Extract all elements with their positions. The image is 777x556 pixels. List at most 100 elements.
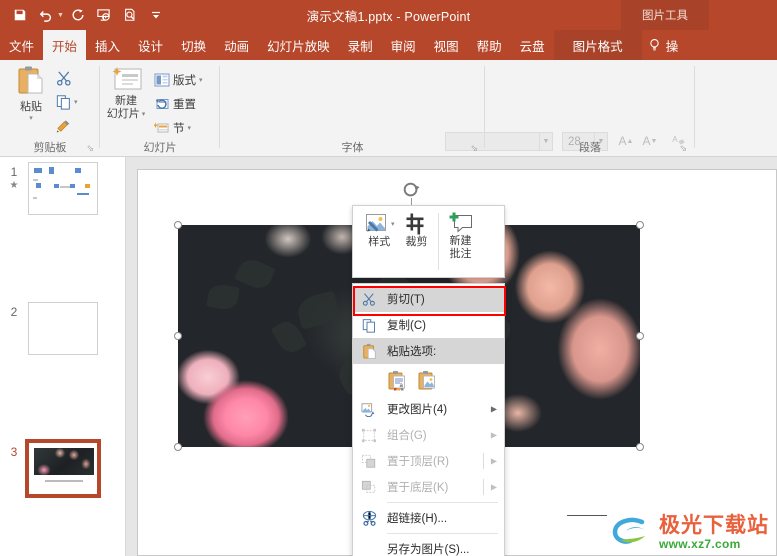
picture-style-icon [364,212,390,236]
mini-toolbar-style-button[interactable]: ▾ 样式 [359,210,400,273]
slide-thumbnail-2[interactable]: 2 [0,297,125,367]
thumbnail-preview[interactable] [28,162,98,215]
cut-button[interactable] [56,66,96,90]
resize-handle-sw[interactable] [174,443,182,451]
tab-file[interactable]: 文件 [0,30,43,60]
ribbon-group-label-paragraph: 段落 [579,142,601,154]
context-menu-item-paste-options: 粘贴选项: [353,338,504,364]
context-menu-label: 更改图片(4) [387,404,448,416]
tab-design[interactable]: 设计 [129,30,172,60]
animation-star-icon: ★ [9,180,19,191]
tab-transitions[interactable]: 切换 [172,30,215,60]
copy-button[interactable]: ▾ [56,90,96,114]
ribbon-tab-strip: 文件 开始 插入 设计 切换 动画 幻灯片放映 录制 审阅 视图 帮助 云盘 图… [0,30,777,60]
format-painter-icon [56,118,73,135]
tab-home[interactable]: 开始 [43,30,87,60]
thumbnail-preview[interactable] [25,439,101,498]
style-dropdown-icon[interactable]: ▾ [391,218,395,231]
tab-insert[interactable]: 插入 [86,30,129,60]
thumbnail-preview[interactable] [28,302,98,355]
paste-keep-source-formatting-icon[interactable]: a [387,370,407,391]
ribbon-group-font: ▼ 28 ▼ A▲ A▼ A B I U S abc AV↔ ▾ A [220,60,685,185]
rotation-handle[interactable] [402,181,421,200]
scissors-icon [56,70,73,87]
paste-icon [16,65,46,97]
slide-thumbnail-1[interactable]: 1 ★ [0,157,125,227]
context-menu-item-hyperlink[interactable]: 超链接(H)... [353,505,504,531]
resize-handle-nw[interactable] [174,221,182,229]
mini-toolbar-comment-label-2: 批注 [449,248,472,260]
hyperlink-icon [360,509,378,527]
title-bar: ▼ 演示文稿1.pptx - PowerPoint 图片工具 [0,0,777,30]
paragraph-dialog-launcher[interactable]: ⬂ [679,143,687,154]
resize-handle-e[interactable] [636,332,644,340]
context-menu-item-copy[interactable]: 复制(C) [353,312,504,338]
new-slide-label-1: 新建 [115,95,137,107]
slide-thumbnail-3[interactable]: 3 [0,437,125,507]
mini-toolbar-comment-label-1: 新建 [449,235,472,247]
watermark-url: www.xz7.com [659,537,741,551]
context-menu-item-bring-to-front: 置于顶层(R) ▶ [353,448,504,474]
submenu-arrow-icon: ▶ [490,404,497,414]
mini-toolbar[interactable]: ▾ 样式 裁剪 新建 批注 [352,205,505,278]
context-menu-label: 另存为图片(S)... [387,544,470,556]
section-button[interactable]: 节 ▾ [154,116,203,140]
copy-dropdown-icon[interactable]: ▾ [74,98,78,106]
ribbon-group-label-clipboard: 剪贴板 [33,142,67,154]
layout-button[interactable]: 版式 ▾ [154,68,203,92]
tab-view[interactable]: 视图 [425,30,468,60]
watermark-title: 极光下载站 [659,514,769,537]
paste-picture-icon[interactable] [417,370,437,391]
paste-label: 粘贴 [20,101,42,113]
resize-handle-w[interactable] [174,332,182,340]
tab-animations[interactable]: 动画 [215,30,258,60]
slide-thumbnail-panel[interactable]: 1 ★ 2 3 [0,157,126,556]
ribbon-group-clipboard: 粘贴 ▾ ▾ 剪贴板 ⬂ [0,60,100,157]
context-menu-item-group: 组合(G) ▶ [353,422,504,448]
group-icon [360,426,378,444]
bring-front-icon [360,452,378,470]
context-menu-item-cut[interactable]: 剪切(T) [353,286,504,312]
tab-review[interactable]: 审阅 [382,30,425,60]
tab-picture-format[interactable]: 图片格式 [553,30,642,60]
context-menu-label: 复制(C) [387,320,426,332]
submenu-arrow-icon: ▶ [490,456,497,466]
section-icon [154,121,170,135]
reset-button[interactable]: 重置 [154,92,203,116]
tell-me-box[interactable]: 操 [642,30,685,60]
mini-toolbar-new-comment-button[interactable]: 新建 批注 [443,210,479,273]
thumbnail-number: 2 [10,305,18,319]
crop-icon [405,212,429,236]
tab-slideshow[interactable]: 幻灯片放映 [258,30,339,60]
resize-handle-se[interactable] [636,443,644,451]
work-area: 1 ★ 2 3 ▾ 样式 裁剪 新建 批注 剪切(T) 复制(C) 粘贴选项: … [0,157,777,556]
new-slide-button[interactable]: 新建 幻灯片 ▾ [102,65,150,121]
tab-cloud-disk[interactable]: 云盘 [511,30,554,60]
aurora-logo-icon [612,516,656,550]
context-menu-item-save-as-picture[interactable]: 另存为图片(S)... [353,536,504,556]
submenu-divider [483,479,484,495]
context-menu-item-cut-wrapper[interactable]: 剪切(T) [353,286,506,316]
new-slide-dropdown-icon[interactable]: ▾ [142,108,146,121]
resize-handle-ne[interactable] [636,221,644,229]
thumbnail-number: 3 [10,445,18,459]
paste-dropdown-icon[interactable]: ▾ [29,114,33,122]
mini-toolbar-crop-label: 裁剪 [405,236,428,248]
format-painter-button[interactable] [56,114,96,138]
layout-dropdown-icon[interactable]: ▾ [199,76,203,84]
context-menu-item-change-picture[interactable]: 更改图片(4) ▶ [353,396,504,422]
paste-button[interactable]: 粘贴 ▾ [8,65,54,122]
context-menu-item-send-to-back: 置于底层(K) ▶ [353,474,504,500]
mini-toolbar-crop-button[interactable]: 裁剪 [400,210,434,273]
section-dropdown-icon[interactable]: ▾ [188,124,192,132]
context-menu[interactable]: 剪切(T) 复制(C) 粘贴选项: a 更改图片(4) ▶ 组合(G) ▶ 置于… [352,283,506,556]
tab-help[interactable]: 帮助 [468,30,511,60]
ribbon-group-slides: 新建 幻灯片 ▾ 版式 ▾ 重置 节 ▾ 幻灯片 [100,60,220,157]
clipboard-dialog-launcher[interactable]: ⬂ [86,143,94,154]
ribbon-group-label-slides: 幻灯片 [143,142,177,154]
watermark-rule [567,515,607,516]
clipboard-small-buttons: ▾ [56,66,96,138]
lightbulb-icon [648,38,661,52]
font-dialog-launcher[interactable]: ⬂ [470,143,478,154]
tab-record[interactable]: 录制 [339,30,382,60]
